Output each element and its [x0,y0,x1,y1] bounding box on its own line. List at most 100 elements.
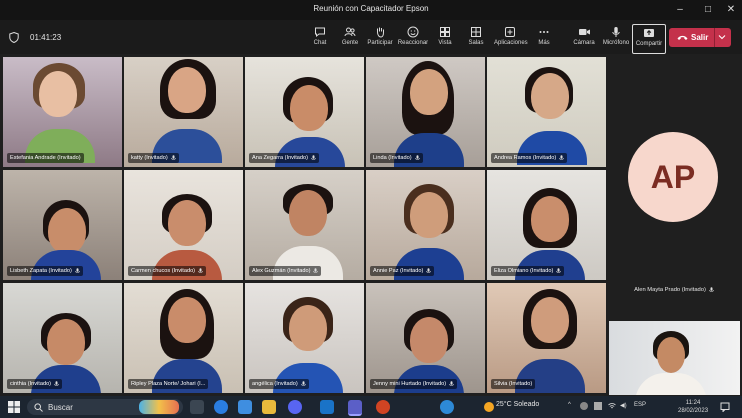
participant-tile[interactable]: Andrea Ramos (Invitado) [487,57,606,167]
participant-name-tag: katty (Invitado) [128,153,179,163]
meeting-toolbar: 01:41:23 Chat Gente Participar Reacciona… [0,20,742,54]
react-button[interactable]: Reaccionar [397,26,429,52]
weather-widget[interactable]: 25°C Soleado [496,401,539,408]
mail-icon[interactable] [320,400,334,414]
os-taskbar: Buscar 25°C Soleado ^ ◀) ESP 11:24 28/02… [0,396,742,418]
tray-app-icon[interactable] [580,402,588,410]
participant-name-tag: Andrea Ramos (Invitado) [491,153,568,163]
keyboard-language[interactable]: ESP [634,402,646,408]
minimize-button[interactable]: – [671,2,689,18]
share-button[interactable]: Compartir [632,24,666,54]
participant-tile[interactable]: Ana Zegarra (Invitado) [245,57,364,167]
participant-tile[interactable]: Annie Paz (Invitado) [366,170,485,280]
battery-icon[interactable] [594,402,602,410]
microphone-muted-icon [709,287,714,292]
participant-name-tag: Estefania Andrade (Invitado) [7,153,84,163]
participant-name-tag: Ana Zegarra (Invitado) [249,153,319,163]
more-button[interactable]: Más [528,26,560,52]
tray-chevron-icon[interactable]: ^ [568,402,571,408]
camera-button-label: Cámara [573,40,595,46]
more-icon [539,31,549,33]
microphone-muted-icon [301,381,306,386]
chevron-down-icon[interactable] [718,34,726,40]
meeting-timer: 01:41:23 [30,33,62,42]
rooms-button-label: Salas [468,40,484,46]
microphone-muted-icon [313,268,319,273]
microphone-muted-icon [54,381,59,386]
taskbar-search[interactable]: Buscar [27,399,183,415]
participant-tile[interactable]: Alex Guzmán (Invitado) [245,170,364,280]
microphone-muted-icon [75,268,80,273]
view-button-label: Vista [438,40,452,46]
participant-avatar[interactable]: AP [628,132,718,222]
speaker-icon[interactable]: ◀) [620,402,627,409]
teams-icon[interactable] [348,400,362,416]
camera-button[interactable]: Cámara [568,26,600,52]
self-video-preview[interactable] [609,321,740,395]
raise-hand-button[interactable]: Participar [364,26,396,52]
people-button[interactable]: Gente [334,26,366,52]
microphone-muted-icon [556,268,562,273]
shield-icon [9,32,19,43]
participant-name-tag: Annie Paz (Invitado) [370,266,435,276]
microphone-muted-icon [198,268,203,273]
edge-browser-icon[interactable] [214,400,228,414]
raise-hand-icon [377,27,384,38]
react-button-label: Reaccionar [397,40,429,46]
more-button-label: Más [538,40,550,46]
microphone-muted-icon [426,268,432,273]
window-titlebar: Reunión con Capacitador Epson – □ ✕ [0,0,742,20]
apps-button-label: Aplicaciones [494,40,528,46]
taskbar-clock[interactable]: 11:24 28/02/2023 [678,399,708,415]
microphone-muted-icon [170,155,176,160]
participant-tile[interactable]: Estefania Andrade (Invitado) [3,57,122,167]
share-icon [644,29,654,37]
taskbar-search-label: Buscar [48,403,73,412]
raise-hand-button-label: Participar [367,40,393,46]
participant-tile[interactable]: Jenny mini Hurtado (Invitado) [366,283,485,393]
emoji-icon [407,26,419,38]
leave-button-label: Salir [691,33,709,42]
participant-tile[interactable]: Ripley Plaza Norte/ Johari (I... [124,283,243,393]
leave-divider [714,28,715,47]
chrome-icon[interactable] [440,400,454,414]
view-button[interactable]: Vista [429,26,461,52]
participant-name-tag: Alen Mayta Prado (Invitado) [604,287,742,293]
wifi-icon[interactable] [608,402,616,410]
share-button-label: Compartir [635,41,663,47]
participant-name-tag: Linda (Invitado) [370,153,423,163]
participant-tile[interactable]: Eliza Olmiano (Invitado) [487,170,606,280]
participant-tile[interactable]: katty (Invitado) [124,57,243,167]
microphone-muted-icon [414,155,420,160]
wall-logo [695,341,735,353]
microphone-muted-icon [311,155,316,160]
participant-tile[interactable]: cinthia (Invitado) [3,283,122,393]
participant-tile[interactable]: Lisbeth Zapata (Invitado) [3,170,122,280]
people-button-label: Gente [341,40,359,46]
search-highlight-image [139,400,179,414]
windows-store-icon[interactable] [238,400,252,414]
hang-up-icon [677,35,688,40]
microphone-button[interactable]: Micrófono [600,26,632,52]
powerpoint-icon[interactable] [376,400,390,414]
participant-tile[interactable]: angélica (Invitado) [245,283,364,393]
leave-button[interactable]: Salir [669,28,731,47]
participant-tile[interactable]: Linda (Invitado) [366,57,485,167]
rooms-button[interactable]: Salas [460,26,492,52]
grid-view-icon [440,27,450,37]
task-view-icon[interactable] [190,400,204,414]
participant-tile[interactable]: Carmen chucos (Invitado) [124,170,243,280]
participant-tile-active-speaker[interactable]: Silvia (Invitado) [487,283,606,393]
participant-name-tag: Eliza Olmiano (Invitado) [491,266,565,276]
chat-icon [315,27,325,38]
maximize-button[interactable]: □ [699,2,717,18]
apps-button[interactable]: Aplicaciones [494,26,528,52]
media-app-icon[interactable] [288,400,302,414]
notifications-icon[interactable] [720,402,730,412]
close-button[interactable]: ✕ [722,2,740,18]
chat-button[interactable]: Chat [304,26,336,52]
windows-start-icon[interactable] [8,401,20,413]
video-grid: Estefania Andrade (Invitado) katty (Invi… [0,54,742,396]
file-explorer-icon[interactable] [262,400,276,414]
microphone-muted-icon [559,155,564,160]
